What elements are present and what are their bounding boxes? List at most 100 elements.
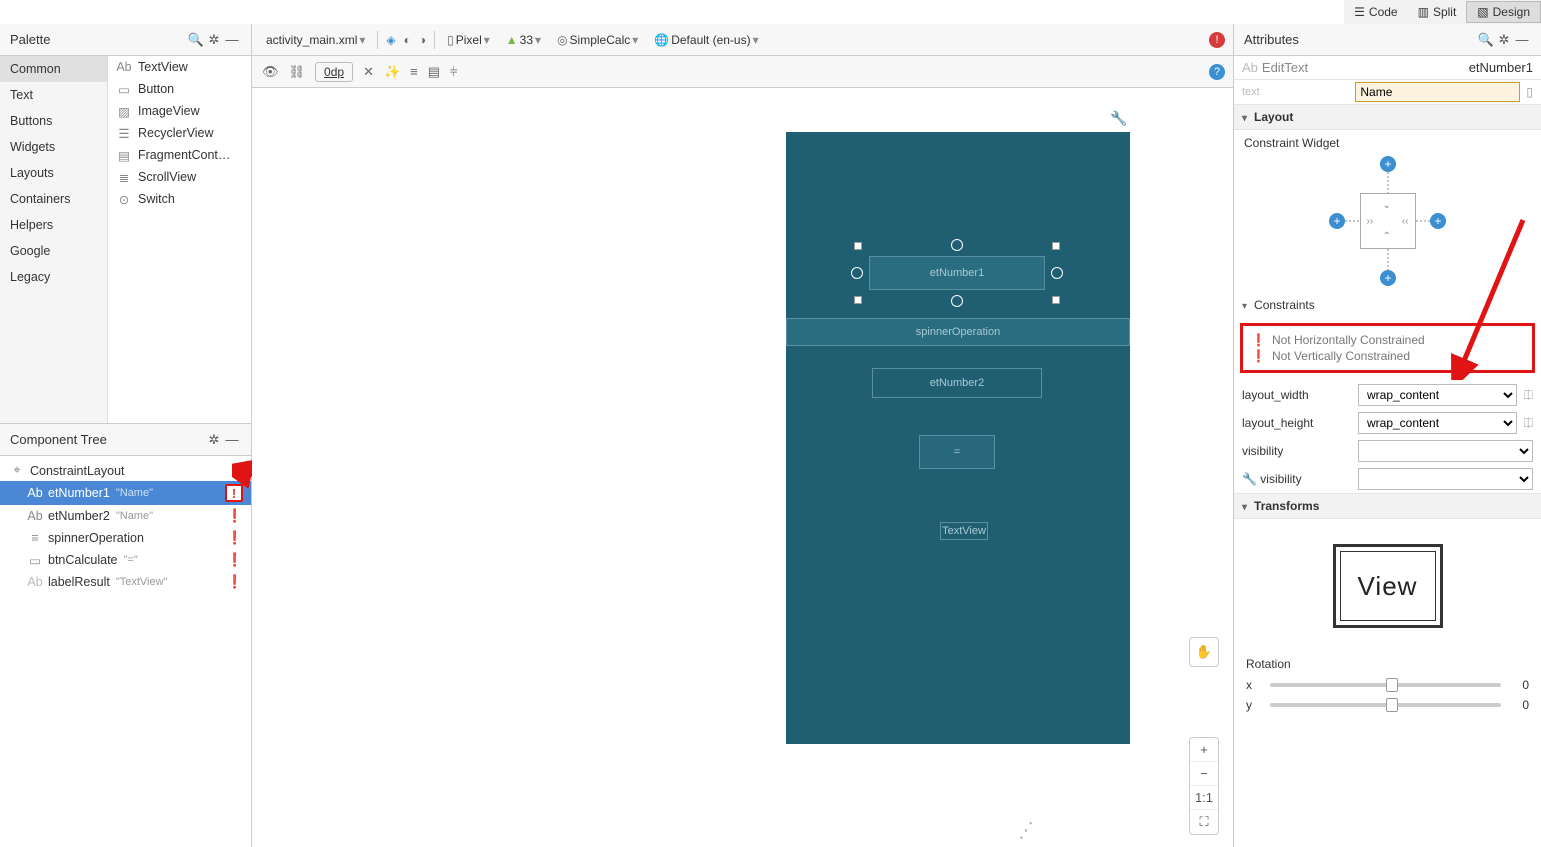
canvas-spinner[interactable]: spinnerOperation [786,318,1130,346]
locale-picker[interactable]: 🌐Default (en-us) ▾ [650,31,762,49]
orientation-icon[interactable]: ◐ [404,33,411,47]
palette-item[interactable]: AbTextView [108,56,251,78]
zoom-out-button[interactable]: − [1190,762,1218,786]
zoom-fit-button[interactable]: ⛶ [1190,810,1218,834]
section-layout[interactable]: Layout [1254,110,1293,124]
add-left-constraint[interactable]: + [1329,213,1345,229]
api-picker[interactable]: ▲33 ▾ [502,31,545,49]
align-icon[interactable]: ≡ [410,64,418,79]
toggle-icon[interactable]: ⎅ [1523,388,1533,403]
add-bottom-constraint[interactable]: + [1380,270,1396,286]
theme-picker[interactable]: ◎SimpleCalc ▾ [553,31,642,49]
rotation-x-slider[interactable] [1270,683,1501,687]
file-tab[interactable]: activity_main.xml ▾ [262,31,369,49]
textview-icon: Ab [116,59,132,75]
magnet-icon[interactable]: ⛓ [289,64,306,80]
theme-icon: ◎ [557,33,567,47]
gear-icon[interactable]: ✲ [205,32,223,48]
palette-cat-containers[interactable]: Containers [0,186,107,212]
zoom-in-button[interactable]: + [1190,738,1218,762]
rotation-y-slider[interactable] [1270,703,1501,707]
palette-cat-common[interactable]: Common [0,56,107,82]
error-icon[interactable]: ! [225,484,243,502]
palette-item[interactable]: ≣ScrollView [108,166,251,188]
zoom-controls: + − 1:1 ⛶ [1189,737,1219,835]
section-constraints[interactable]: Constraints [1254,298,1315,312]
pan-button[interactable]: ✋ [1189,637,1219,667]
device-picker[interactable]: ▯Pixel ▾ [443,31,494,49]
palette-cat-legacy[interactable]: Legacy [0,264,107,290]
tree-item[interactable]: ≡spinnerOperation❗ [0,527,251,549]
attr-text-input[interactable] [1355,82,1520,102]
spinner-icon: ≡ [28,531,42,545]
palette-item[interactable]: ☰RecyclerView [108,122,251,144]
scrollview-icon: ≣ [116,169,132,185]
pack-icon[interactable]: ▤ [428,64,440,80]
error-icon[interactable]: ❗ [227,530,243,546]
tree-root[interactable]: ⌖ConstraintLayout [0,460,251,481]
device-frame: etNumber1 spinnerOperation etNumber2 = T… [786,132,1130,744]
palette-item[interactable]: ⊙Switch [108,188,251,210]
view-options-icon[interactable]: 👁 [262,64,279,80]
gear-icon[interactable]: ✲ [205,432,223,448]
tools-visibility-select[interactable] [1358,468,1533,490]
gear-icon[interactable]: ✲ [1495,32,1513,48]
design-error-icon[interactable]: ! [1209,32,1225,48]
layout-height-select[interactable]: wrap_content [1358,412,1517,434]
palette-items: AbTextView ▭Button ▨ImageView ☰RecyclerV… [108,56,251,423]
guidelines-icon[interactable]: ⫩ [450,64,457,80]
palette-item[interactable]: ▨ImageView [108,100,251,122]
canvas-btncalculate[interactable]: = [919,435,995,469]
tree-item[interactable]: AbetNumber2 "Name"❗ [0,505,251,527]
tree-item[interactable]: ▭btnCalculate "="❗ [0,549,251,571]
split-mode-button[interactable]: ▥Split [1408,2,1467,22]
palette-item[interactable]: ▭Button [108,78,251,100]
palette-cat-buttons[interactable]: Buttons [0,108,107,134]
error-icon[interactable]: ❗ [227,552,243,568]
layout-width-select[interactable]: wrap_content [1358,384,1517,406]
search-icon[interactable]: 🔍 [187,32,205,48]
minimize-icon[interactable]: — [1513,32,1531,47]
layers-icon[interactable]: ◈ [386,33,395,47]
error-icon[interactable]: ❗ [227,574,243,590]
constraint-widget[interactable]: ⌄ ⌃ ›› ‹‹ + + + + [1234,156,1541,286]
error-icon[interactable]: ❗ [227,508,243,524]
palette-cat-layouts[interactable]: Layouts [0,160,107,186]
minimize-icon[interactable]: — [223,32,241,47]
wrench-icon[interactable]: 🔧 [1110,110,1127,127]
edittext-icon: Ab [1242,60,1258,75]
tree-item[interactable]: AblabelResult "TextView"❗ [0,571,251,593]
zoom-actual-button[interactable]: 1:1 [1190,786,1218,810]
imageview-icon: ▨ [116,103,132,119]
design-mode-button[interactable]: ▧Design [1466,1,1541,23]
palette-cat-text[interactable]: Text [0,82,107,108]
design-canvas[interactable]: 🔧 etNumber1 spinnerOperation etNumber2 =… [252,88,1233,847]
constraintlayout-icon: ⌖ [10,463,24,478]
palette-cat-widgets[interactable]: Widgets [0,134,107,160]
canvas-labelresult[interactable]: TextView [940,522,988,540]
infer-constraints-icon[interactable]: ✨ [384,64,400,80]
visibility-select[interactable] [1358,440,1533,462]
toggle-icon[interactable]: ⎅ [1523,416,1533,431]
resize-grip[interactable]: ⋰ [1015,818,1037,842]
canvas-etnumber1[interactable]: etNumber1 [869,256,1045,290]
add-right-constraint[interactable]: + [1430,213,1446,229]
locale-icon: 🌐 [654,33,669,47]
flag-icon[interactable]: ▯ [1526,85,1533,99]
default-margin[interactable]: 0dp [315,62,353,82]
error-icon: ❗ [1251,349,1266,363]
minimize-icon[interactable]: — [223,432,241,447]
nightmode-icon[interactable]: ◑ [419,33,426,47]
help-icon[interactable]: ? [1209,64,1225,80]
clear-constraints-icon[interactable]: ✕ [363,64,374,80]
tree-item[interactable]: AbetNumber1 "Name"! [0,481,251,505]
canvas-etnumber2[interactable]: etNumber2 [872,368,1042,398]
code-mode-button[interactable]: ☰Code [1344,2,1407,22]
add-top-constraint[interactable]: + [1380,156,1396,172]
palette-item[interactable]: ▤FragmentCont… [108,144,251,166]
palette-cat-google[interactable]: Google [0,238,107,264]
search-icon[interactable]: 🔍 [1477,32,1495,48]
section-transforms[interactable]: Transforms [1254,499,1319,513]
split-icon: ▥ [1418,5,1429,19]
palette-cat-helpers[interactable]: Helpers [0,212,107,238]
